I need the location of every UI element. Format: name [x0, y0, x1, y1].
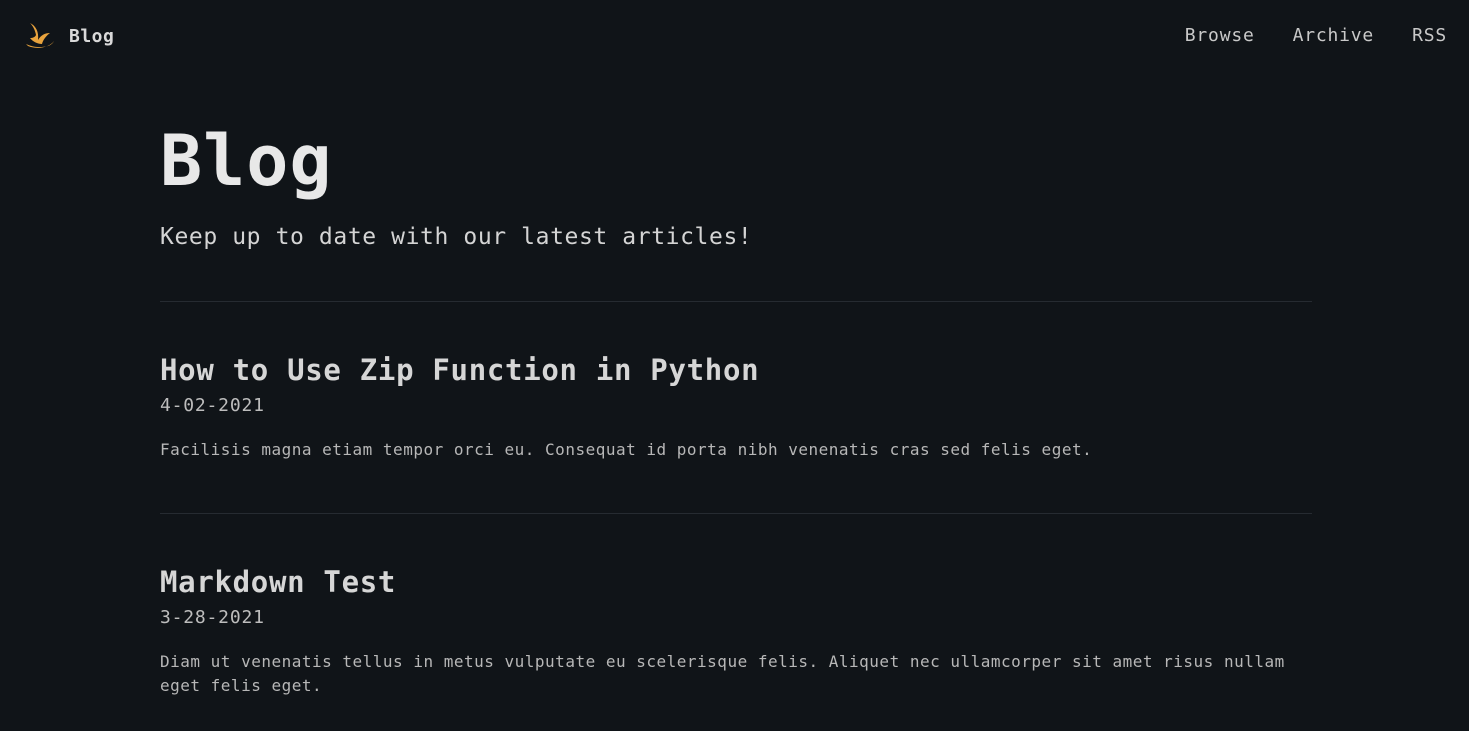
post-excerpt: Facilisis magna etiam tempor orci eu. Co… — [160, 440, 1093, 459]
post-title-link[interactable]: How to Use Zip Function in Python — [160, 352, 1312, 388]
post-divider — [160, 513, 1312, 514]
main-nav: Browse Archive RSS — [1147, 24, 1447, 48]
post-title-link[interactable]: Markdown Test — [160, 564, 1312, 600]
post-item: Markdown Test 3-28-2021 Diam ut venenati… — [160, 564, 1312, 698]
nav-link-browse[interactable]: Browse — [1185, 24, 1255, 48]
nav-link-rss[interactable]: RSS — [1412, 24, 1447, 48]
brand-name: Blog — [69, 25, 115, 47]
page-title: Blog — [160, 120, 333, 202]
post-item: How to Use Zip Function in Python 4-02-2… — [160, 352, 1312, 462]
brand-home-link[interactable]: Blog — [24, 20, 114, 52]
section-divider — [160, 301, 1312, 302]
post-excerpt: Diam ut venenatis tellus in metus vulput… — [160, 652, 1285, 695]
post-date: 4-02-2021 — [160, 395, 265, 416]
nav-link-archive[interactable]: Archive — [1293, 24, 1374, 48]
bird-logo-icon — [24, 20, 56, 52]
page-subtitle: Keep up to date with our latest articles… — [160, 224, 753, 250]
top-navigation-bar: Blog Browse Archive RSS — [0, 0, 1469, 72]
post-date: 3-28-2021 — [160, 607, 265, 628]
